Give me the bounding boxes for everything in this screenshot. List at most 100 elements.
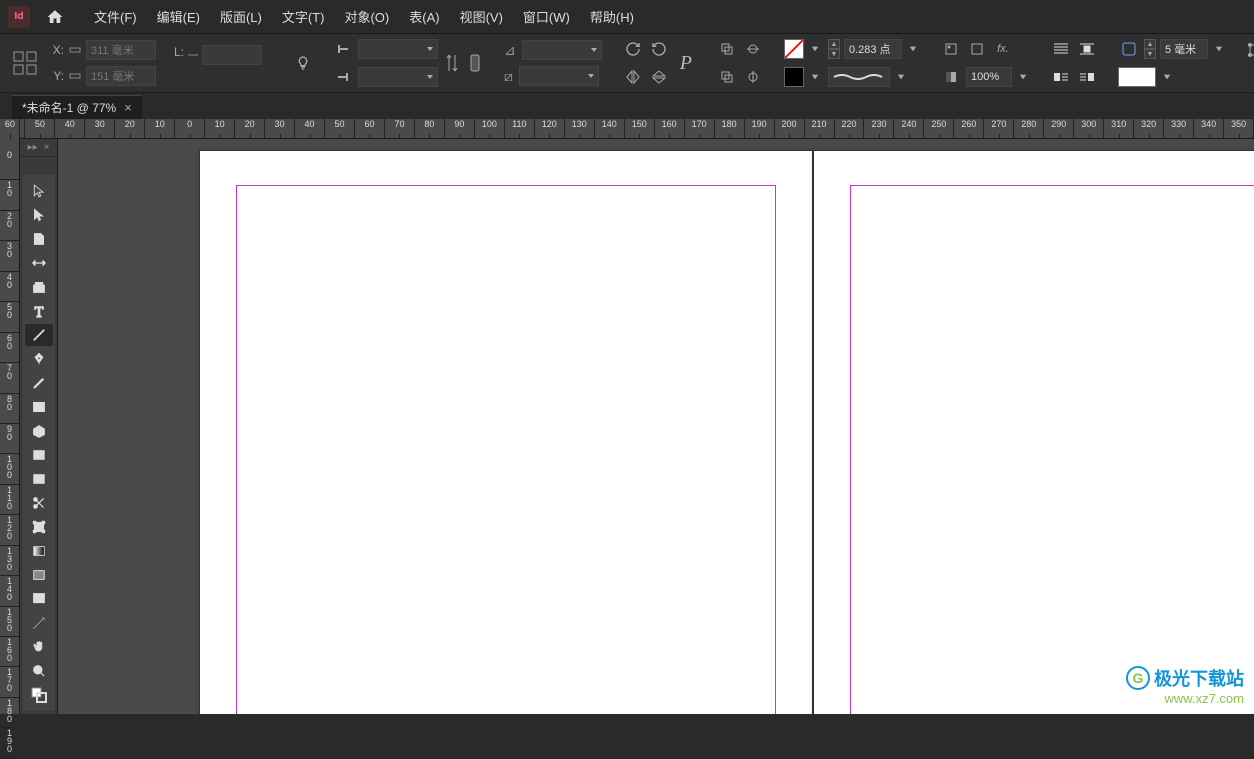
shear-angle-icon: ⧄ [504,68,513,85]
menu-file[interactable]: 文件(F) [84,4,147,30]
wrap-2-icon[interactable] [1076,38,1098,60]
wrap-1-icon[interactable] [1050,38,1072,60]
menu-view[interactable]: 视图(V) [450,4,513,30]
hand-tool-icon[interactable] [25,636,53,658]
home-icon[interactable] [44,6,66,28]
ruler-tick: 0 [175,119,205,139]
canvas[interactable] [58,139,1254,714]
swap-caps-icon[interactable] [444,41,460,85]
cap-start-dd[interactable] [358,39,438,59]
wrap-3-icon[interactable] [1050,66,1072,88]
corner-icon[interactable] [1118,38,1140,60]
cap-end-dd[interactable] [358,67,438,87]
direct-selection-tool-icon[interactable] [25,204,53,226]
arrange-3-icon[interactable] [716,66,738,88]
l-field[interactable] [202,45,262,65]
opacity-field[interactable]: 100% [966,67,1012,87]
fill-stroke-toggle-icon[interactable] [25,684,53,706]
selection-tool-icon[interactable] [25,180,53,202]
shear-dd[interactable] [519,66,599,86]
ruler-tick: 100 [475,119,505,139]
fill-swatch[interactable] [784,39,804,59]
ruler-tick: 230 [864,119,894,139]
x-field[interactable]: 311 毫米 [86,40,156,60]
free-transform-icon[interactable] [25,516,53,538]
x-label: X: [50,43,64,57]
stroke-weight-field[interactable]: 0.283 点 [844,39,902,59]
menu-layout[interactable]: 版面(L) [210,4,272,30]
arrange-1-icon[interactable] [716,38,738,60]
tab-close-icon[interactable]: × [124,100,132,115]
container-icon[interactable] [940,38,962,60]
y-field[interactable]: 151 毫米 [86,66,156,86]
corner-field[interactable]: 5 毫米 [1160,39,1208,59]
length-icon [186,48,200,62]
gradient-feather-icon[interactable] [25,564,53,586]
page-tool-icon[interactable] [25,228,53,250]
corner-dd[interactable] [1212,38,1226,60]
scissors-tool-icon[interactable] [25,492,53,514]
stroke-dd[interactable] [808,66,822,88]
arrange-4-icon[interactable] [742,66,764,88]
stroke-style-dd[interactable] [894,66,908,88]
stroke-weight-spinner[interactable]: ▲▼ [828,39,840,59]
corner-style-dd[interactable] [1160,66,1174,88]
rotate-dd[interactable] [522,40,602,60]
opacity-icon[interactable] [940,66,962,88]
type-tool-icon[interactable] [25,300,53,322]
menu-table[interactable]: 表(A) [399,4,449,30]
opacity-dd[interactable] [1016,66,1030,88]
rectangle-frame-tool-icon[interactable] [25,396,53,418]
constrain-icon[interactable] [466,52,484,74]
gap-tool-icon[interactable] [25,252,53,274]
ruler-tick: 10 [145,119,175,139]
menu-object[interactable]: 对象(O) [334,4,399,30]
pencil-tool-icon[interactable] [25,372,53,394]
horizontal-grid-icon[interactable] [25,444,53,466]
vertical-grid-icon[interactable] [25,468,53,490]
line-tool-icon[interactable] [25,324,53,346]
cap-start-icon[interactable] [332,38,354,60]
corner-style-swatch[interactable] [1118,67,1156,87]
ruler-horizontal[interactable]: 6050403020100102030405060708090100110120… [0,119,1254,139]
stroke-swatch[interactable] [784,67,804,87]
page-2[interactable] [813,150,1254,714]
page-1[interactable] [199,150,813,714]
document-tab[interactable]: *未命名-1 @ 77% × [12,95,142,119]
rotate-ccw-icon[interactable] [648,38,670,60]
note-tool-icon[interactable] [25,588,53,610]
corner-spinner[interactable]: ▲▼ [1144,39,1156,59]
eyedropper-tool-icon[interactable] [25,612,53,634]
ruler-vertical[interactable]: 0102030405060708090100110120130140150160… [0,139,20,714]
ruler-tick: 90 [0,424,19,454]
fill-dd[interactable] [808,38,822,60]
ruler-tick: 40 [295,119,325,139]
flip-h-icon[interactable] [622,66,644,88]
gradient-swatch-icon[interactable] [25,540,53,562]
fit-icon[interactable] [966,38,988,60]
p-icon: P [680,52,692,75]
transform-icon[interactable] [1246,39,1254,61]
menu-edit[interactable]: 编辑(E) [147,4,210,30]
flip-v-icon[interactable] [648,66,670,88]
ruler-tick: 160 [655,119,685,139]
pen-tool-icon[interactable] [25,348,53,370]
menu-help[interactable]: 帮助(H) [580,4,644,30]
menu-type[interactable]: 文字(T) [272,4,335,30]
menu-window[interactable]: 窗口(W) [513,4,580,30]
ruler-tick: 200 [775,119,805,139]
lightbulb-icon[interactable] [294,52,312,74]
content-collector-icon[interactable] [25,276,53,298]
rectangle-tool-icon[interactable] [25,420,53,442]
zoom-tool-icon[interactable] [25,660,53,682]
reference-point-grid[interactable] [10,48,40,78]
stroke-weight-dd[interactable] [906,38,920,60]
fx-icon[interactable]: fx. [992,38,1014,60]
panel-collapse-icon[interactable]: ▸▸× [20,139,57,157]
arrange-2-icon[interactable] [742,38,764,60]
cap-end-icon[interactable] [332,66,354,88]
stroke-style[interactable] [828,67,890,87]
wrap-4-icon[interactable] [1076,66,1098,88]
ruler-tick: 270 [984,119,1014,139]
rotate-cw-icon[interactable] [622,38,644,60]
